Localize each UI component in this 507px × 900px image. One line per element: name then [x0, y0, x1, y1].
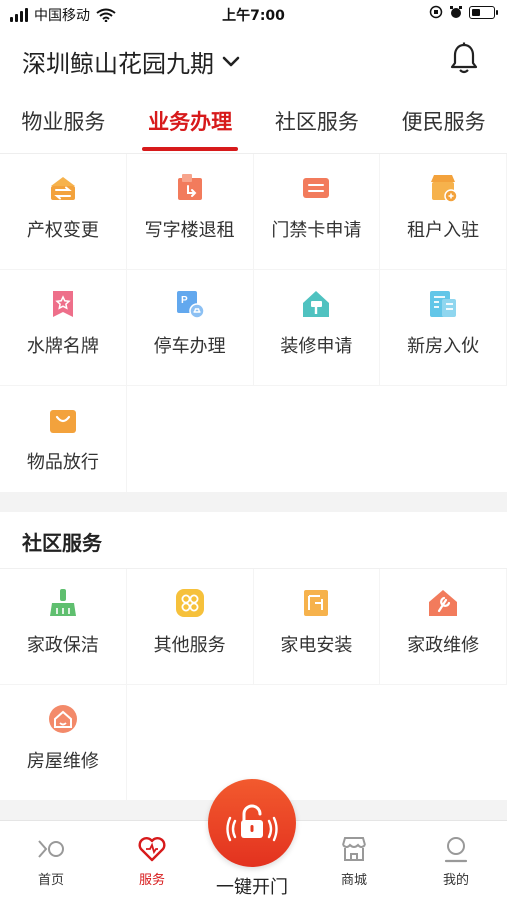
svg-text:P: P — [181, 295, 188, 306]
nav-label: 商城 — [340, 873, 367, 888]
chevron-down-icon — [222, 56, 240, 66]
grid-item-label: 家电安装 — [280, 635, 353, 656]
grid-item-label: 家政维修 — [407, 635, 480, 656]
nav-service[interactable]: 服务 — [122, 835, 182, 888]
grid-item-label: 水牌名牌 — [26, 336, 99, 357]
shopping-bag-icon — [49, 410, 76, 433]
grid-item-house-repair[interactable]: 房屋维修 — [0, 685, 127, 801]
cleaning-icon — [49, 589, 76, 616]
grid-item-label: 产权变更 — [26, 220, 99, 241]
nav-label: 首页 — [37, 873, 64, 888]
access-card-icon — [303, 178, 330, 198]
grid-item-access-card[interactable]: 门禁卡申请 — [253, 154, 381, 270]
transfer-icon — [50, 177, 75, 200]
business-grid: 产权变更 写字楼退租 门禁卡申请 租户入驻 水牌名牌 P 停车办理 装修申请 新… — [0, 154, 507, 502]
grid-item-label: 写字楼退租 — [144, 220, 235, 241]
tab-community-service[interactable]: 社区服务 — [254, 96, 381, 153]
one-key-unlock-label: 一键开门 — [216, 877, 288, 898]
grid-item-new-house[interactable]: 新房入伙 — [380, 270, 507, 386]
grid-item-label: 停车办理 — [153, 336, 226, 357]
grid-item-renovation[interactable]: 装修申请 — [253, 270, 381, 386]
nav-home[interactable]: 首页 — [21, 835, 81, 888]
appliance-install-icon — [304, 590, 329, 616]
tenant-shop-icon — [431, 175, 458, 203]
grid-item-item-release[interactable]: 物品放行 — [0, 386, 127, 502]
grid-item-property-transfer[interactable]: 产权变更 — [0, 154, 127, 270]
bottom-nav: 首页 服务 一键开门 商城 我的 — [0, 779, 507, 900]
grid-item-label: 家政保洁 — [26, 635, 99, 656]
nav-profile[interactable]: 我的 — [426, 835, 486, 888]
orientation-lock-icon — [429, 5, 443, 19]
renovation-icon — [303, 291, 330, 317]
home-icon — [38, 840, 64, 858]
grid-item-label: 房屋维修 — [26, 751, 99, 772]
grid-item-cleaning[interactable]: 家政保洁 — [0, 569, 127, 685]
grid-item-label: 门禁卡申请 — [271, 220, 362, 241]
other-services-icon — [175, 589, 204, 617]
grid-item-label: 租户入驻 — [407, 220, 480, 241]
section-title-community-service: 社区服务 — [22, 531, 102, 555]
store-icon — [342, 837, 366, 861]
alarm-icon — [450, 6, 462, 18]
community-name: 深圳鲸山花园九期 — [22, 50, 214, 78]
nav-label: 我的 — [442, 873, 469, 888]
parking-icon: P — [176, 291, 205, 319]
tab-convenience-service[interactable]: 便民服务 — [380, 96, 507, 153]
profile-icon — [444, 837, 468, 863]
community-service-grid: 家政保洁 其他服务 家电安装 家政维修 房屋维修 — [0, 568, 507, 801]
grid-item-nameplate[interactable]: 水牌名牌 — [0, 270, 127, 386]
house-repair-icon — [48, 705, 77, 733]
section-divider — [0, 492, 507, 512]
battery-icon — [469, 5, 498, 19]
grid-item-label: 其他服务 — [153, 635, 226, 656]
grid-item-parking[interactable]: P 停车办理 — [126, 270, 254, 386]
bell-icon[interactable] — [449, 42, 479, 76]
grid-item-office-return[interactable]: 写字楼退租 — [126, 154, 254, 270]
unlock-icon — [226, 804, 278, 842]
office-return-icon — [177, 174, 202, 200]
repair-icon — [429, 590, 458, 616]
status-bar: 中国移动 上午7:00 — [0, 0, 507, 28]
grid-item-appliance-install[interactable]: 家电安装 — [253, 569, 381, 685]
header: 深圳鲸山花园九期 — [0, 36, 507, 86]
grid-item-label: 新房入伙 — [407, 336, 480, 357]
community-selector[interactable]: 深圳鲸山花园九期 — [22, 44, 240, 79]
one-key-unlock-button[interactable] — [208, 779, 296, 867]
grid-item-label: 物品放行 — [26, 452, 99, 473]
heart-service-icon — [138, 837, 166, 862]
grid-item-home-repair[interactable]: 家政维修 — [380, 569, 507, 685]
grid-item-other-services[interactable]: 其他服务 — [126, 569, 254, 685]
tab-business[interactable]: 业务办理 — [127, 96, 254, 153]
status-right — [429, 5, 498, 19]
nav-label: 服务 — [138, 873, 165, 888]
nameplate-icon — [52, 291, 73, 317]
tab-property-service[interactable]: 物业服务 — [0, 96, 127, 153]
new-house-icon — [430, 291, 457, 317]
nav-store[interactable]: 商城 — [324, 835, 384, 888]
grid-item-tenant-settle[interactable]: 租户入驻 — [380, 154, 507, 270]
category-tabs: 物业服务 业务办理 社区服务 便民服务 — [0, 96, 507, 154]
grid-item-label: 装修申请 — [280, 336, 353, 357]
